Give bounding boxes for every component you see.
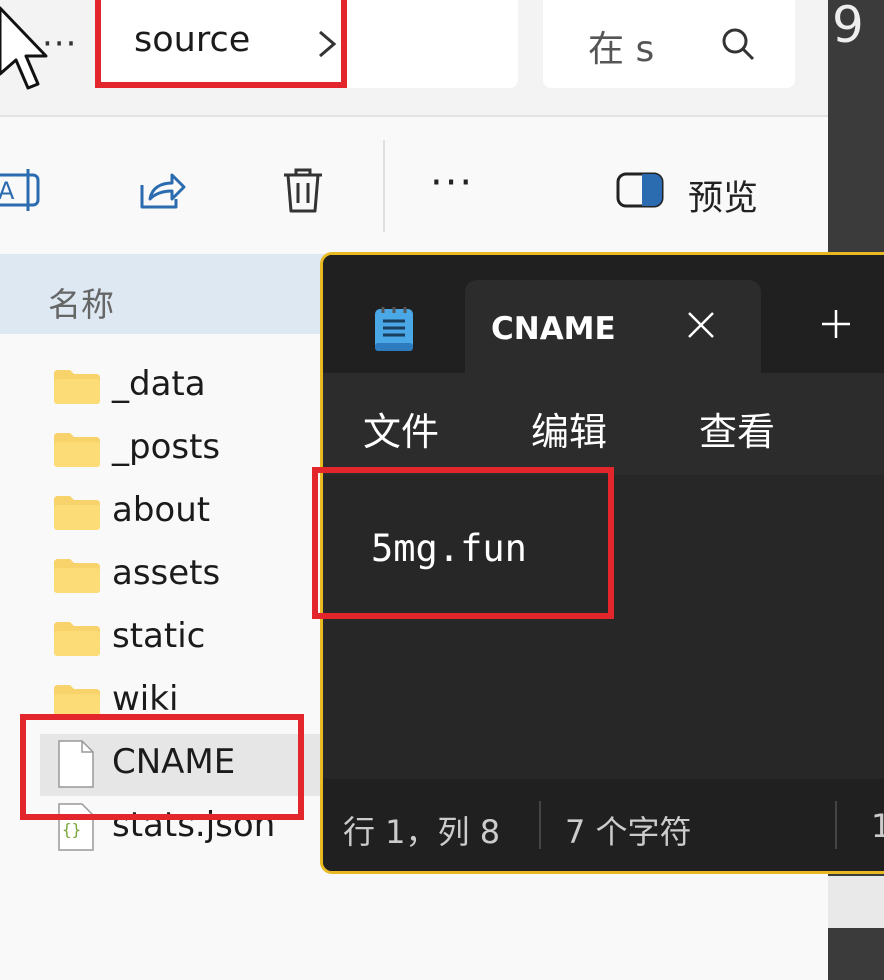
folder-icon	[54, 433, 100, 467]
text-editor-area[interactable]	[323, 475, 884, 779]
list-item-posts[interactable]: _posts	[40, 419, 330, 481]
chevron-right-icon[interactable]	[312, 24, 342, 64]
svg-text:A: A	[0, 177, 15, 205]
mouse-cursor-icon	[0, 6, 48, 90]
folder-icon	[54, 370, 100, 404]
character-count: 7 个字符	[565, 813, 692, 851]
share-icon[interactable]	[136, 165, 186, 215]
item-name: stats.json	[112, 805, 276, 845]
json-file-icon: {}	[58, 803, 94, 851]
search-placeholder[interactable]: 在 s	[588, 20, 654, 72]
editor-content[interactable]: 5mg.fun	[371, 527, 527, 570]
rename-icon[interactable]: A	[0, 165, 42, 215]
status-extra: 1	[871, 807, 884, 845]
item-name: wiki	[112, 679, 179, 719]
new-tab-icon[interactable]	[819, 307, 853, 341]
tab-title[interactable]: CNAME	[491, 311, 616, 347]
item-name: _posts	[112, 427, 221, 467]
list-item-about[interactable]: about	[40, 482, 330, 544]
close-icon[interactable]	[685, 309, 717, 341]
column-header-name[interactable]: 名称	[48, 278, 114, 326]
background-text: 9	[832, 0, 864, 54]
search-icon[interactable]	[718, 24, 758, 64]
status-separator	[835, 801, 837, 849]
background-thumbnail	[828, 876, 884, 928]
menu-view[interactable]: 查看	[699, 401, 775, 456]
menu-file[interactable]: 文件	[363, 401, 439, 456]
folder-icon	[54, 685, 100, 719]
svg-text:{}: {}	[62, 820, 81, 839]
list-item-static[interactable]: static	[40, 608, 330, 670]
breadcrumb-source[interactable]: source	[134, 20, 250, 60]
cursor-position: 行 1，列 8	[343, 813, 501, 851]
list-item-stats-json[interactable]: {} stats.json	[40, 797, 330, 859]
preview-button-label[interactable]: 预览	[688, 170, 758, 221]
list-item-assets[interactable]: assets	[40, 545, 330, 607]
menu-edit[interactable]: 编辑	[531, 401, 607, 456]
toolbar-separator	[383, 140, 385, 232]
item-name: assets	[112, 553, 221, 593]
folder-icon	[54, 559, 100, 593]
notepad-icon	[375, 307, 413, 351]
item-name: about	[112, 490, 211, 530]
preview-pane-icon[interactable]	[616, 172, 666, 208]
file-icon	[58, 740, 94, 788]
list-item-wiki[interactable]: wiki	[40, 671, 330, 733]
list-item-data[interactable]: _data	[40, 356, 330, 418]
list-item-cname[interactable]: CNAME	[40, 734, 330, 796]
item-name: _data	[112, 364, 206, 404]
notepad-window: CNAME 文件 编辑 查看 5mg.fun 行 1，列 8 7 个字符 1	[320, 252, 884, 874]
item-name: static	[112, 616, 206, 656]
folder-icon	[54, 496, 100, 530]
item-name: CNAME	[112, 742, 236, 782]
folder-icon	[54, 622, 100, 656]
more-options-button[interactable]: ···	[430, 160, 474, 206]
delete-icon[interactable]	[278, 165, 328, 215]
status-separator	[539, 801, 541, 849]
